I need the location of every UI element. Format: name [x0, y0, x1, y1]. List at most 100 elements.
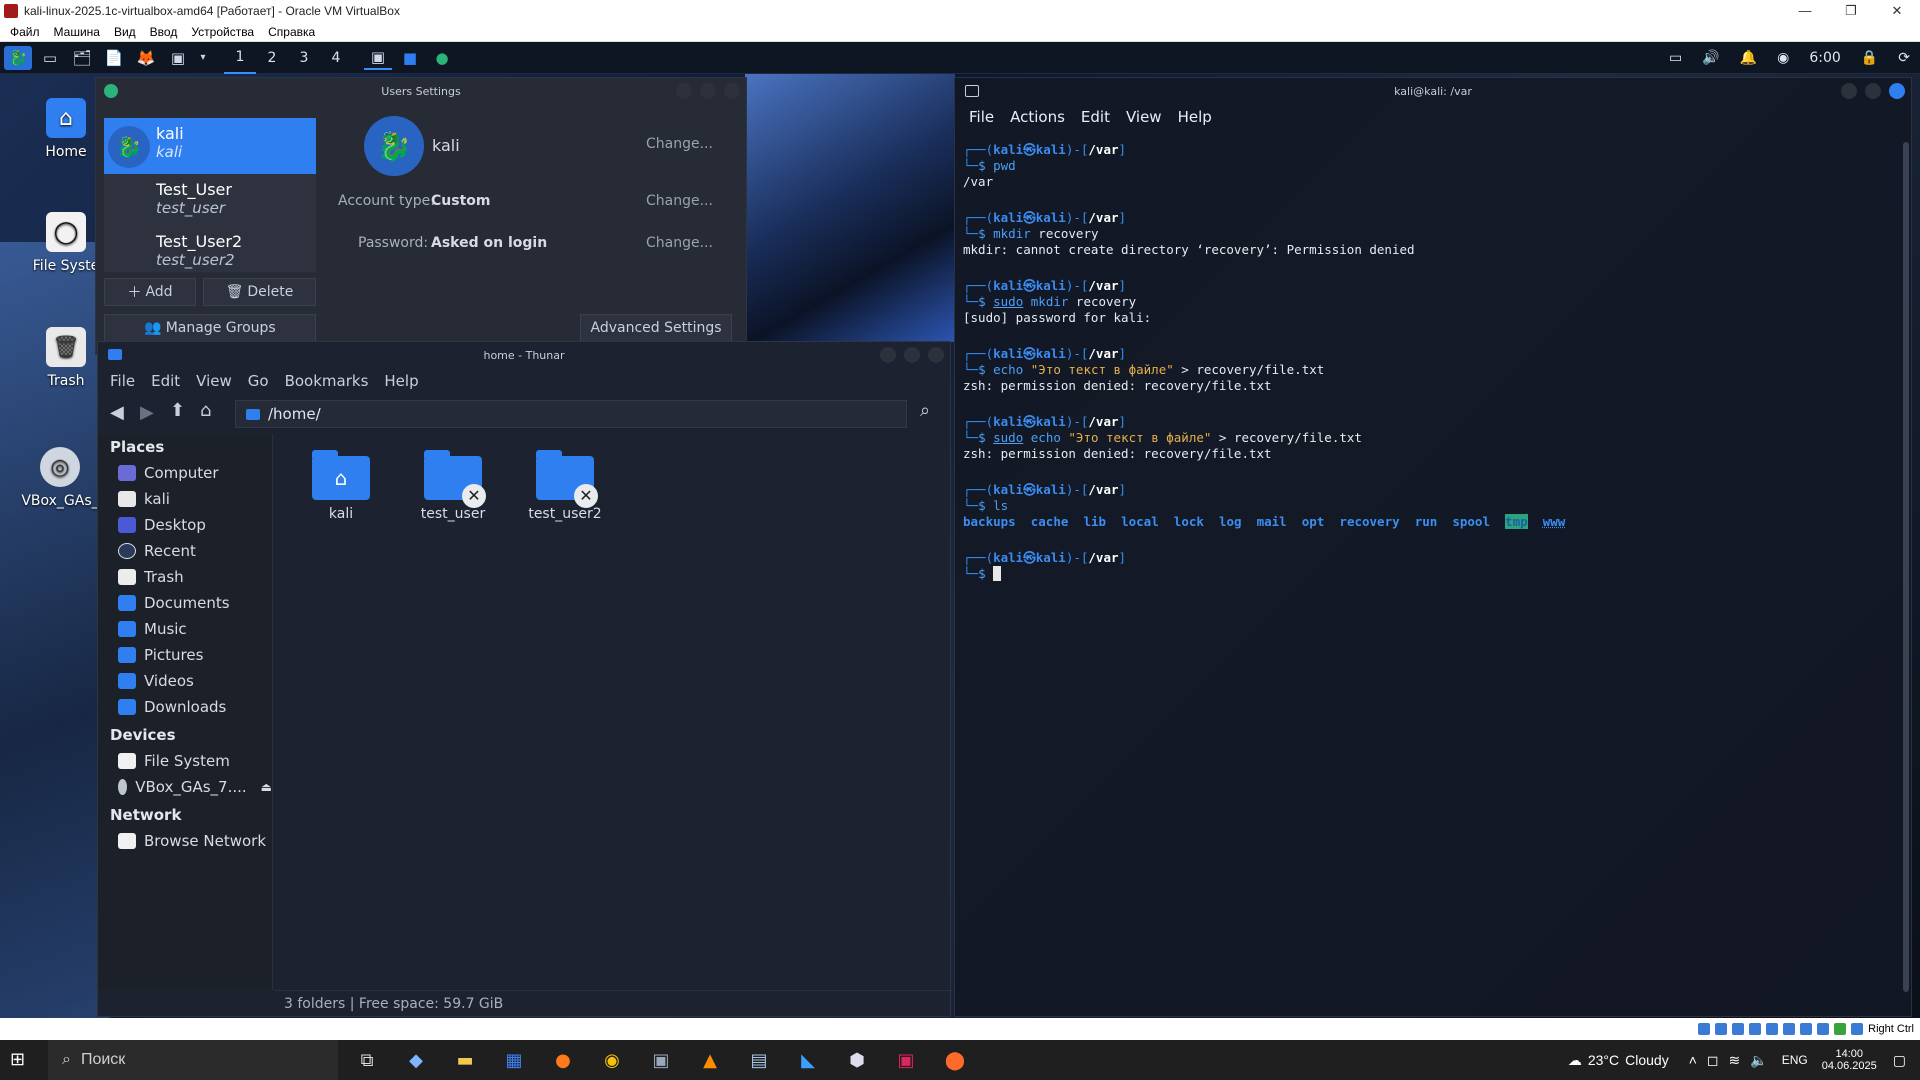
- logout-icon[interactable]: ⟳: [1898, 50, 1910, 66]
- thunar-menu-go[interactable]: Go: [248, 372, 269, 390]
- close-button[interactable]: [1889, 83, 1905, 99]
- shared-folders-icon[interactable]: [1783, 1023, 1796, 1035]
- desktop-icon-vbox[interactable]: ◎ VBox_GAs_: [12, 447, 108, 509]
- minimize-button[interactable]: [880, 347, 896, 363]
- lock-icon[interactable]: 🔒: [1861, 50, 1878, 66]
- home-icon[interactable]: ⌂: [200, 400, 211, 421]
- minimize-button[interactable]: —: [1782, 0, 1828, 22]
- folder-item-test-user2[interactable]: ✕ test_user2: [510, 450, 620, 522]
- weather-desc[interactable]: Cloudy: [1625, 1052, 1669, 1068]
- sidebar-item-computer[interactable]: Computer: [98, 460, 272, 486]
- terminal-menu-actions[interactable]: Actions: [1010, 108, 1065, 126]
- windows-start-icon[interactable]: ⊞: [10, 1050, 30, 1070]
- minimize-button[interactable]: [676, 83, 692, 99]
- terminal-menu-edit[interactable]: Edit: [1081, 108, 1110, 126]
- delete-user-button[interactable]: 🗑 Delete: [203, 278, 316, 306]
- maximize-button[interactable]: ❐: [1828, 0, 1874, 22]
- terminal-icon[interactable]: ▣: [164, 46, 192, 70]
- file-manager-icon[interactable]: 🗂: [68, 46, 96, 70]
- cpu-icon[interactable]: [1834, 1023, 1847, 1035]
- display-icon[interactable]: [1800, 1023, 1813, 1035]
- file-view[interactable]: ⌂ kali ✕ test_user ✕ test_user2: [274, 434, 952, 990]
- firefox-icon[interactable]: ●: [543, 1040, 583, 1080]
- folder-item-test-user[interactable]: ✕ test_user: [398, 450, 508, 522]
- sidebar-item-kali[interactable]: kali: [98, 486, 272, 512]
- terminal-scrollbar[interactable]: [1903, 142, 1909, 992]
- mouse-integration-icon[interactable]: [1851, 1023, 1864, 1035]
- volume-icon[interactable]: 🔈: [1750, 1052, 1767, 1069]
- sidebar-item-vbox[interactable]: VBox_GAs_7.... ⏏: [98, 774, 272, 800]
- user-task-icon[interactable]: ●: [428, 46, 456, 70]
- power-indicator-icon[interactable]: ◉: [1777, 50, 1789, 66]
- eject-icon[interactable]: ⏏: [261, 780, 272, 794]
- change-account-type-button[interactable]: Change...: [646, 193, 713, 209]
- notifications-icon[interactable]: ▢: [1893, 1052, 1906, 1069]
- sidebar-item-filesystem[interactable]: File System: [98, 748, 272, 774]
- weather-temp[interactable]: 23°C: [1588, 1052, 1619, 1068]
- sidebar-item-videos[interactable]: Videos: [98, 668, 272, 694]
- search-icon[interactable]: ⌕: [920, 400, 930, 421]
- sidebar-item-documents[interactable]: Documents: [98, 590, 272, 616]
- manage-groups-button[interactable]: 👥 Manage Groups: [104, 314, 316, 342]
- compass-app-icon[interactable]: ⬤: [935, 1040, 975, 1080]
- sidebar-item-downloads[interactable]: Downloads: [98, 694, 272, 720]
- display-icon[interactable]: ▭: [1669, 50, 1682, 66]
- firefox-icon[interactable]: 🦊: [132, 46, 160, 70]
- sidebar-item-trash[interactable]: Trash: [98, 564, 272, 590]
- workspace-3[interactable]: 3: [288, 42, 320, 74]
- audio-icon[interactable]: [1732, 1023, 1745, 1035]
- terminal-menu-file[interactable]: File: [969, 108, 994, 126]
- host-menu-file[interactable]: Файл: [10, 25, 40, 39]
- maximize-button[interactable]: [700, 83, 716, 99]
- sidebar-item-desktop[interactable]: Desktop: [98, 512, 272, 538]
- terminal-input-line[interactable]: └─$ _: [963, 566, 1903, 582]
- user-row-test-user2[interactable]: Test_User2 test_user2: [104, 226, 316, 272]
- folder-task-icon[interactable]: ■: [396, 46, 424, 70]
- workspace-4[interactable]: 4: [320, 42, 352, 74]
- recording-icon[interactable]: [1817, 1023, 1830, 1035]
- folder-item-kali[interactable]: ⌂ kali: [286, 450, 396, 522]
- vlc-icon[interactable]: ▲: [690, 1040, 730, 1080]
- virtualbox-icon[interactable]: ⬢: [837, 1040, 877, 1080]
- explorer-icon[interactable]: ▬: [445, 1040, 485, 1080]
- sidebar-item-music[interactable]: Music: [98, 616, 272, 642]
- close-button[interactable]: ✕: [1874, 0, 1920, 22]
- terminal-menu-view[interactable]: View: [1126, 108, 1162, 126]
- change-name-button[interactable]: Change...: [646, 136, 713, 152]
- chevron-down-icon[interactable]: ▾: [196, 46, 210, 70]
- thunar-menu-file[interactable]: File: [110, 372, 135, 390]
- sidebar-item-pictures[interactable]: Pictures: [98, 642, 272, 668]
- sidebar-item-recent[interactable]: Recent: [98, 538, 272, 564]
- minimize-button[interactable]: [1841, 83, 1857, 99]
- image-viewer-icon[interactable]: ▣: [641, 1040, 681, 1080]
- weather-icon[interactable]: ☁: [1568, 1052, 1582, 1069]
- vscode-icon[interactable]: ◣: [788, 1040, 828, 1080]
- up-icon[interactable]: ⬆: [170, 400, 185, 421]
- language-indicator[interactable]: ENG: [1782, 1053, 1808, 1067]
- user-row-kali[interactable]: 🐉 kali kali: [104, 118, 316, 174]
- thunar-menu-view[interactable]: View: [196, 372, 232, 390]
- taskbar-search[interactable]: ⌕ Поиск: [48, 1040, 338, 1080]
- thunar-menu-help[interactable]: Help: [384, 372, 418, 390]
- optical-icon[interactable]: [1715, 1023, 1728, 1035]
- copilot-icon[interactable]: ◆: [396, 1040, 436, 1080]
- camera-icon[interactable]: ◻: [1707, 1052, 1719, 1069]
- host-menu-machine[interactable]: Машина: [54, 25, 100, 39]
- advanced-settings-button[interactable]: Advanced Settings: [580, 314, 732, 342]
- hdd-icon[interactable]: [1698, 1023, 1711, 1035]
- sidebar-item-browse-network[interactable]: Browse Network: [98, 828, 272, 854]
- location-bar[interactable]: /home/: [235, 400, 907, 428]
- notes-icon[interactable]: ▤: [739, 1040, 779, 1080]
- host-menu-input[interactable]: Ввод: [150, 25, 178, 39]
- forward-icon[interactable]: ▶: [140, 402, 154, 423]
- taskbar-clock[interactable]: 14:00 04.06.2025: [1822, 1048, 1877, 1072]
- media-app-icon[interactable]: ▣: [886, 1040, 926, 1080]
- usb-icon[interactable]: [1766, 1023, 1779, 1035]
- close-button[interactable]: [724, 83, 740, 99]
- kali-menu-icon[interactable]: 🐉: [4, 45, 32, 70]
- thunar-menu-bookmarks[interactable]: Bookmarks: [285, 372, 369, 390]
- chevron-up-icon[interactable]: ˄: [1689, 1052, 1697, 1068]
- store-icon[interactable]: ▦: [494, 1040, 534, 1080]
- selected-user-avatar[interactable]: 🐉: [364, 116, 424, 176]
- terminal-output[interactable]: ┌──(kali㉿kali)-[/var] └─$ pwd/var ┌──(kali…: [963, 142, 1903, 582]
